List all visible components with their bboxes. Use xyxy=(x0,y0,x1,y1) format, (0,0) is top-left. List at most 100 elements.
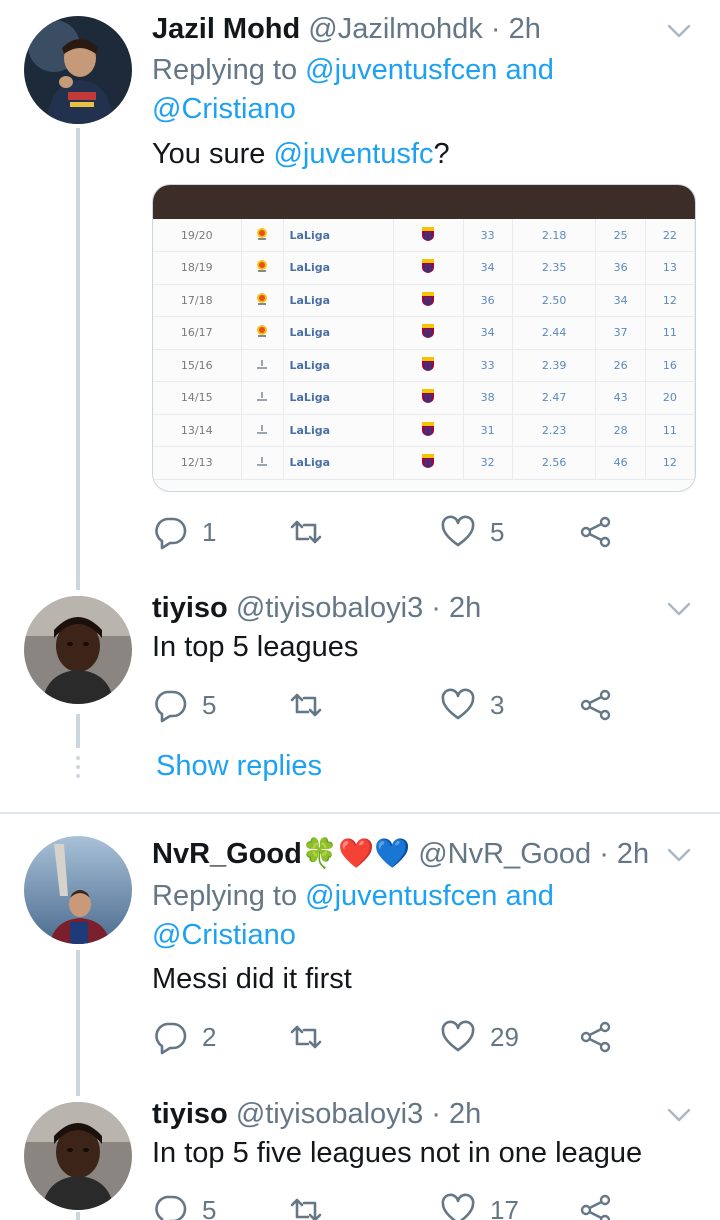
laliga-logo-icon xyxy=(241,219,284,252)
heart-icon xyxy=(441,515,475,547)
chevron-down-icon[interactable] xyxy=(666,1102,692,1128)
club-crest-icon xyxy=(393,381,464,415)
like-button[interactable]: 17 xyxy=(440,1190,519,1220)
chevron-down-icon[interactable] xyxy=(666,18,692,44)
league-cell: LaLiga xyxy=(283,316,394,350)
club-crest-icon xyxy=(393,414,464,447)
like-button[interactable]: 29 xyxy=(440,1017,519,1057)
stats-row: 13/14 LaLiga 31 2.23 28 11 xyxy=(153,414,695,447)
reply-button[interactable]: 5 xyxy=(152,1190,216,1220)
league-cell: LaLiga xyxy=(283,284,394,317)
season-cell: 14/15 xyxy=(153,381,242,415)
goals-cell: 28 xyxy=(595,414,646,447)
tweet-header: Jazil Mohd @Jazilmohdk · 2h xyxy=(152,12,541,46)
mention-link[interactable]: @juventusfcen xyxy=(305,54,497,86)
reply-button[interactable]: 2 xyxy=(152,1017,216,1057)
like-button[interactable]: 5 xyxy=(440,512,504,552)
mention-link[interactable]: @Cristiano xyxy=(152,919,296,951)
user-handle[interactable]: @Jazilmohdk xyxy=(308,13,483,45)
apps-cell: 33 xyxy=(463,349,513,382)
tweet-image[interactable]: 19/20 LaLiga 33 2.18 25 22 18/19 LaLiga 34 2.35 36… xyxy=(152,184,696,492)
user-handle[interactable]: @NvR_Good xyxy=(418,838,591,870)
mention-link[interactable]: @juventusfc xyxy=(273,138,433,170)
mention-link[interactable]: @Cristiano xyxy=(152,93,296,125)
avatar[interactable] xyxy=(24,596,132,704)
like-count: 5 xyxy=(490,516,505,547)
laliga-logo-icon xyxy=(241,381,284,415)
goals-cell: 26 xyxy=(595,349,646,382)
chevron-down-icon[interactable] xyxy=(666,596,692,622)
thread-line xyxy=(76,1212,80,1220)
laliga-logo-icon xyxy=(241,316,284,350)
league-cell: LaLiga xyxy=(283,219,394,252)
replying-to: Replying to @juventusfcen and @Cristiano xyxy=(152,877,692,955)
timestamp[interactable]: · 2h xyxy=(599,838,649,870)
share-button[interactable] xyxy=(578,1190,614,1220)
apps-cell: 34 xyxy=(463,251,513,285)
avatar[interactable] xyxy=(24,16,132,124)
share-button[interactable] xyxy=(578,1017,614,1057)
assists-cell: 11 xyxy=(645,316,695,350)
thread-line xyxy=(76,128,80,590)
share-icon xyxy=(580,1194,611,1220)
display-name[interactable]: NvR_Good xyxy=(152,838,302,870)
timestamp[interactable]: · 2h xyxy=(431,1098,481,1130)
retweet-icon xyxy=(290,1025,322,1049)
season-cell: 16/17 xyxy=(153,316,242,350)
chevron-down-icon[interactable] xyxy=(666,842,692,868)
timestamp[interactable]: · 2h xyxy=(491,13,541,45)
season-cell: 13/14 xyxy=(153,414,242,447)
action-bar: 1 5 xyxy=(152,512,622,552)
action-bar: 5 3 xyxy=(152,685,622,725)
reply-icon xyxy=(155,517,187,550)
action-bar: 5 17 xyxy=(152,1190,622,1220)
reply-button[interactable]: 1 xyxy=(152,512,216,552)
stats-row: 16/17 LaLiga 34 2.44 37 11 xyxy=(153,316,695,350)
share-icon xyxy=(580,516,611,548)
timestamp[interactable]: · 2h xyxy=(431,592,481,624)
share-button[interactable] xyxy=(578,685,614,725)
retweet-button[interactable] xyxy=(288,1017,324,1057)
replying-and[interactable]: and xyxy=(506,54,554,86)
season-cell: 15/16 xyxy=(153,349,242,382)
heart-icon xyxy=(441,1020,475,1052)
replying-to: Replying to @juventusfcen and @Cristiano xyxy=(152,51,692,129)
reply-count: 1 xyxy=(202,516,217,547)
display-name[interactable]: Jazil Mohd xyxy=(152,13,300,45)
share-icon xyxy=(580,689,611,721)
replying-and[interactable]: and xyxy=(506,880,554,912)
club-crest-icon xyxy=(393,284,464,317)
retweet-button[interactable] xyxy=(288,1190,324,1220)
ratio-cell: 2.23 xyxy=(512,414,597,447)
reply-button[interactable]: 5 xyxy=(152,685,216,725)
assists-cell: 20 xyxy=(645,381,695,415)
season-cell: 17/18 xyxy=(153,284,242,317)
avatar[interactable] xyxy=(24,836,132,944)
tweet-header: tiyiso @tiyisobaloyi3 · 2h xyxy=(152,591,481,625)
tweet-text: In top 5 five leagues not in one league xyxy=(152,1137,643,1169)
retweet-button[interactable] xyxy=(288,512,324,552)
user-handle[interactable]: @tiyisobaloyi3 xyxy=(236,1098,423,1130)
laliga-logo-icon xyxy=(241,446,284,480)
like-button[interactable]: 3 xyxy=(440,685,504,725)
apps-cell: 34 xyxy=(463,316,513,350)
tweet-header: NvR_Good🍀❤️💙 @NvR_Good · 2h xyxy=(152,837,649,871)
share-button[interactable] xyxy=(578,512,614,552)
laliga-logo-icon xyxy=(241,349,284,382)
show-replies-link[interactable]: Show replies xyxy=(156,748,322,784)
user-handle[interactable]: @tiyisobaloyi3 xyxy=(236,592,423,624)
display-name[interactable]: tiyiso xyxy=(152,592,228,624)
apps-cell: 36 xyxy=(463,284,513,317)
retweet-button[interactable] xyxy=(288,685,324,725)
display-name[interactable]: tiyiso xyxy=(152,1098,228,1130)
name-emoji: 🍀❤️💙 xyxy=(301,838,411,870)
assists-cell: 13 xyxy=(645,251,695,285)
tweet-text: Messi did it first xyxy=(152,963,352,995)
avatar[interactable] xyxy=(24,1102,132,1210)
ratio-cell: 2.35 xyxy=(512,251,597,285)
thread-line xyxy=(76,950,80,1096)
like-count: 29 xyxy=(490,1021,519,1052)
league-cell: LaLiga xyxy=(283,381,394,415)
mention-link[interactable]: @juventusfcen xyxy=(305,880,497,912)
ratio-cell: 2.44 xyxy=(512,316,597,350)
